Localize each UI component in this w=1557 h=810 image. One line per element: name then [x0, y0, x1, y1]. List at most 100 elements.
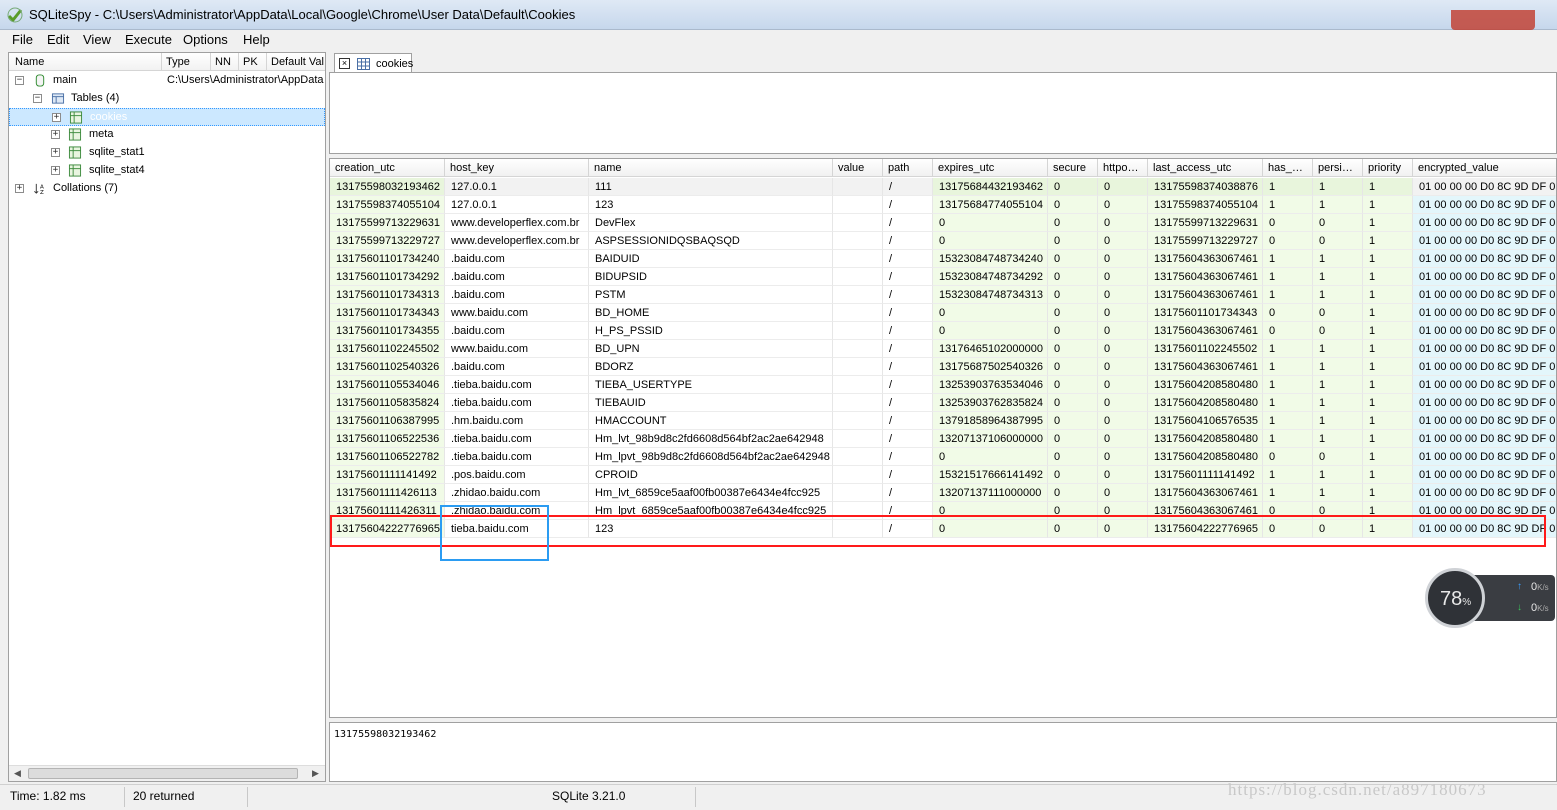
table-cell[interactable]: 0: [1048, 376, 1098, 394]
table-cell[interactable]: 0: [1098, 430, 1148, 448]
table-cell[interactable]: 13175601102540326: [330, 358, 445, 376]
collapse-icon[interactable]: −: [33, 94, 42, 103]
table-cell[interactable]: 0: [1048, 466, 1098, 484]
table-cell[interactable]: [833, 484, 883, 502]
table-cell[interactable]: 1: [1313, 484, 1363, 502]
table-cell[interactable]: 1: [1263, 178, 1313, 196]
table-cell[interactable]: 1: [1263, 466, 1313, 484]
table-cell[interactable]: 13175601105534046: [330, 376, 445, 394]
table-cell[interactable]: 1: [1263, 340, 1313, 358]
table-cell[interactable]: 1: [1313, 412, 1363, 430]
table-cell[interactable]: /: [883, 250, 933, 268]
table-cell[interactable]: 0: [1098, 178, 1148, 196]
tab-cookies[interactable]: × cookies: [334, 53, 413, 73]
table-cell[interactable]: [833, 412, 883, 430]
table-cell[interactable]: 123: [589, 196, 833, 214]
table-cell[interactable]: 01 00 00 00 D0 8C 9D DF 01: [1413, 214, 1556, 232]
table-cell[interactable]: 1: [1363, 214, 1413, 232]
table-cell[interactable]: 13175684774055104: [933, 196, 1048, 214]
table-cell[interactable]: 0: [1048, 484, 1098, 502]
table-cell[interactable]: [833, 196, 883, 214]
table-cell[interactable]: 13175604363067461: [1148, 322, 1263, 340]
expand-icon[interactable]: +: [51, 130, 60, 139]
table-cell[interactable]: 13175601111141492: [330, 466, 445, 484]
table-cell[interactable]: 1: [1263, 358, 1313, 376]
table-cell[interactable]: 13175604363067461: [1148, 250, 1263, 268]
table-row[interactable]: 13175599713229727 www.developerflex.com.b…: [330, 232, 1556, 250]
table-cell[interactable]: 01 00 00 00 D0 8C 9D DF 01: [1413, 358, 1556, 376]
column-header[interactable]: path: [883, 159, 933, 177]
table-cell[interactable]: [833, 286, 883, 304]
table-cell[interactable]: 13791858964387995: [933, 412, 1048, 430]
table-cell[interactable]: 127.0.0.1: [445, 178, 589, 196]
table-cell[interactable]: 13175598032193462: [330, 178, 445, 196]
table-cell[interactable]: /: [883, 178, 933, 196]
menu-edit[interactable]: Edit: [47, 32, 69, 47]
table-cell[interactable]: 13175601102245502: [1148, 340, 1263, 358]
table-cell[interactable]: 0: [1048, 196, 1098, 214]
table-cell[interactable]: 01 00 00 00 D0 8C 9D DF 01: [1413, 430, 1556, 448]
table-cell[interactable]: ASPSESSIONIDQSBAQSQD: [589, 232, 833, 250]
table-cell[interactable]: TIEBA_USERTYPE: [589, 376, 833, 394]
sql-editor[interactable]: [329, 72, 1557, 154]
table-cell[interactable]: .tieba.baidu.com: [445, 376, 589, 394]
table-cell[interactable]: /: [883, 196, 933, 214]
table-cell[interactable]: 0: [933, 232, 1048, 250]
table-cell[interactable]: [833, 304, 883, 322]
table-cell[interactable]: HMACCOUNT: [589, 412, 833, 430]
table-cell[interactable]: 1: [1313, 466, 1363, 484]
expand-icon[interactable]: +: [51, 166, 60, 175]
table-row[interactable]: 13175598374055104 127.0.0.1 123/1317568477…: [330, 196, 1556, 214]
table-cell[interactable]: 15321517666141492: [933, 466, 1048, 484]
table-cell[interactable]: 1: [1313, 340, 1363, 358]
table-cell[interactable]: 1: [1313, 286, 1363, 304]
table-cell[interactable]: .tieba.baidu.com: [445, 448, 589, 466]
table-cell[interactable]: 1: [1363, 304, 1413, 322]
table-cell[interactable]: 0: [1313, 214, 1363, 232]
table-cell[interactable]: 0: [1098, 484, 1148, 502]
table-cell[interactable]: 1: [1313, 358, 1363, 376]
table-row[interactable]: 13175601106522782 .tieba.baidu.com Hm_lpvt…: [330, 448, 1556, 466]
table-row[interactable]: 13175601105534046 .tieba.baidu.com TIEBA_U…: [330, 376, 1556, 394]
table-row[interactable]: 13175601111426113 .zhidao.baidu.com Hm_lvt…: [330, 484, 1556, 502]
table-cell[interactable]: 13175604363067461: [1148, 286, 1263, 304]
table-cell[interactable]: www.developerflex.com.br: [445, 214, 589, 232]
table-cell[interactable]: /: [883, 322, 933, 340]
column-header[interactable]: creation_utc: [330, 159, 445, 177]
table-cell[interactable]: 1: [1263, 196, 1313, 214]
tree-item-sqlite-stat4[interactable]: + sqlite_stat4: [9, 162, 325, 180]
table-cell[interactable]: 1: [1363, 466, 1413, 484]
table-cell[interactable]: 0: [1048, 322, 1098, 340]
table-cell[interactable]: 0: [933, 448, 1048, 466]
table-cell[interactable]: 0: [933, 214, 1048, 232]
table-cell[interactable]: .pos.baidu.com: [445, 466, 589, 484]
table-cell[interactable]: 0: [1098, 250, 1148, 268]
table-cell[interactable]: www.developerflex.com.br: [445, 232, 589, 250]
table-cell[interactable]: 13175601101734343: [330, 304, 445, 322]
table-cell[interactable]: 13175604363067461: [1148, 268, 1263, 286]
column-header[interactable]: host_key: [445, 159, 589, 177]
table-cell[interactable]: .hm.baidu.com: [445, 412, 589, 430]
result-grid[interactable]: creation_utc host_key name value path expires…: [329, 158, 1557, 718]
table-row[interactable]: 13175601101734313 .baidu.com PSTM /15323084…: [330, 286, 1556, 304]
table-cell[interactable]: 1: [1263, 412, 1313, 430]
tree-item-meta[interactable]: + meta: [9, 126, 325, 144]
table-cell[interactable]: 13175598374055104: [330, 196, 445, 214]
table-cell[interactable]: BAIDUID: [589, 250, 833, 268]
table-cell[interactable]: 0: [1263, 232, 1313, 250]
tree-item-sqlite-stat1[interactable]: + sqlite_stat1: [9, 144, 325, 162]
table-cell[interactable]: 1: [1263, 268, 1313, 286]
table-cell[interactable]: 01 00 00 00 D0 8C 9D DF 01: [1413, 466, 1556, 484]
table-cell[interactable]: .baidu.com: [445, 268, 589, 286]
tree-item-cookies[interactable]: + cookies: [9, 108, 325, 126]
table-cell[interactable]: Hm_lpvt_98b9d8c2fd6608d564bf2ac2ae642948: [589, 448, 833, 466]
table-cell[interactable]: 13175601106522782: [330, 448, 445, 466]
table-cell[interactable]: 0: [933, 304, 1048, 322]
table-cell[interactable]: 0: [1313, 322, 1363, 340]
table-cell[interactable]: 0: [1313, 304, 1363, 322]
table-cell[interactable]: H_PS_PSSID: [589, 322, 833, 340]
table-cell[interactable]: 0: [1313, 232, 1363, 250]
table-cell[interactable]: [833, 214, 883, 232]
table-cell[interactable]: 1: [1263, 484, 1313, 502]
menu-execute[interactable]: Execute: [125, 32, 172, 47]
